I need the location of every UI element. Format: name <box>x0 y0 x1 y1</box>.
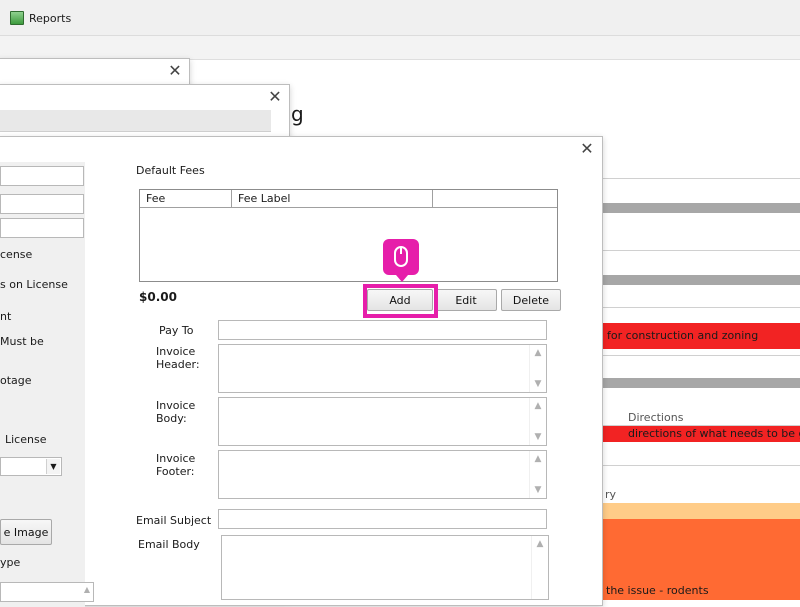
default-fees-title: Default Fees <box>136 164 205 177</box>
invoice-footer-textarea[interactable]: ▲ ▼ <box>218 450 547 499</box>
background-red-row: for construction and zoning <box>603 323 800 349</box>
background-red-row-text: directions of what needs to be gath <box>628 427 800 440</box>
fees-column-fee-label[interactable]: Fee Label <box>232 190 433 207</box>
image-button[interactable]: e Image <box>0 519 52 545</box>
invoice-footer-label-line-2: Footer: <box>156 465 195 478</box>
invoice-footer-label: Invoice Footer: <box>156 452 195 478</box>
invoice-header-textarea[interactable]: ▲ ▼ <box>218 344 547 393</box>
left-field-1[interactable] <box>0 166 84 186</box>
background-orange-row <box>603 551 800 567</box>
invoice-header-label-line-2: Header: <box>156 358 200 371</box>
fees-column-extra[interactable] <box>433 190 557 207</box>
background-orange-row: the issue - rodents <box>603 583 800 600</box>
invoice-header-scrollbar[interactable]: ▲ ▼ <box>529 345 546 392</box>
invoice-header-label: Invoice Header: <box>156 345 200 371</box>
scroll-up-icon[interactable]: ▲ <box>535 539 545 549</box>
invoice-footer-scrollbar[interactable]: ▲ ▼ <box>529 451 546 498</box>
invoice-body-textarea[interactable]: ▲ ▼ <box>218 397 547 446</box>
reports-icon <box>10 11 24 25</box>
reports-menu-label: Reports <box>29 11 72 25</box>
image-button-label: e Image <box>3 525 49 539</box>
background-gray-band <box>603 378 800 388</box>
background-divider <box>603 307 800 308</box>
email-body-textarea[interactable]: ▲ <box>221 535 549 600</box>
mouse-icon <box>394 246 408 267</box>
left-field-2[interactable] <box>0 194 84 214</box>
background-orange-row <box>603 519 800 535</box>
app-toolbar <box>0 36 800 60</box>
cursor-callout <box>383 239 419 282</box>
click-highlight <box>363 284 438 318</box>
close-icon[interactable]: ✕ <box>167 63 183 80</box>
left-label-on-license: s on License <box>0 278 68 291</box>
invoice-footer-label-line-1: Invoice <box>156 452 196 465</box>
background-red-row: directions of what needs to be gath <box>603 426 800 442</box>
edit-fee-button[interactable]: Edit <box>435 289 497 311</box>
background-orange-row-text: the issue - rodents <box>606 584 709 597</box>
background-divider <box>603 178 800 179</box>
fees-total: $0.00 <box>139 290 177 304</box>
background-column-ry: ry <box>605 488 617 501</box>
dialog-inner-band <box>0 110 271 132</box>
scroll-down-icon[interactable]: ▼ <box>533 485 543 495</box>
delete-fee-button[interactable]: Delete <box>501 289 561 311</box>
background-divider <box>603 250 800 251</box>
left-label-otage: otage <box>0 374 32 387</box>
background-orange-row <box>603 535 800 551</box>
email-body-label: Email Body <box>138 538 200 551</box>
invoice-body-label: Invoice Body: <box>156 399 195 425</box>
background-gray-band <box>603 203 800 213</box>
scroll-down-icon[interactable]: ▼ <box>533 379 543 389</box>
left-textarea[interactable]: ▲ <box>0 582 94 602</box>
fees-grid-header: Fee Fee Label <box>140 190 557 208</box>
invoice-header-label-line-1: Invoice <box>156 345 196 358</box>
invoice-body-scrollbar[interactable]: ▲ ▼ <box>529 398 546 445</box>
fees-grid[interactable]: Fee Fee Label <box>139 189 558 282</box>
background-divider <box>603 355 800 356</box>
edit-fee-button-label: Edit <box>455 293 477 307</box>
background-orange-row <box>603 503 800 519</box>
invoice-body-label-line-1: Invoice <box>156 399 196 412</box>
chevron-down-icon: ▼ <box>46 459 60 474</box>
scroll-down-icon[interactable]: ▼ <box>533 432 543 442</box>
left-label-ype: ype <box>0 556 21 569</box>
background-divider <box>603 465 800 466</box>
close-icon[interactable]: ✕ <box>267 89 283 106</box>
background-heading: g <box>291 102 304 126</box>
left-label-license-2: License <box>5 433 47 446</box>
left-label-nt: nt <box>0 310 12 323</box>
background-orange-row <box>603 567 800 583</box>
email-subject-input[interactable] <box>218 509 547 529</box>
close-icon[interactable]: ✕ <box>579 141 595 158</box>
email-subject-label: Email Subject <box>136 514 212 527</box>
pay-to-label: Pay To <box>159 324 194 337</box>
left-label-must-be: Must be <box>0 335 44 348</box>
fees-column-fee[interactable]: Fee <box>140 190 232 207</box>
background-red-row-text: for construction and zoning <box>607 329 759 342</box>
background-column-directions: Directions <box>628 411 684 424</box>
scroll-up-icon[interactable]: ▲ <box>533 454 543 464</box>
email-body-scrollbar[interactable]: ▲ <box>531 536 548 599</box>
scroll-up-icon[interactable]: ▲ <box>533 401 543 411</box>
delete-fee-button-label: Delete <box>512 293 550 307</box>
scroll-up-icon[interactable]: ▲ <box>84 585 90 594</box>
app-menubar: Reports <box>0 0 800 36</box>
left-label-license: cense <box>0 248 33 261</box>
background-column-header: Directions <box>603 410 800 426</box>
pay-to-input[interactable] <box>218 320 547 340</box>
reports-menu[interactable]: Reports <box>10 9 71 27</box>
invoice-body-label-line-2: Body: <box>156 412 187 425</box>
left-field-3[interactable] <box>0 218 84 238</box>
left-dropdown[interactable]: ▼ <box>0 457 62 476</box>
scroll-up-icon[interactable]: ▲ <box>533 348 543 358</box>
background-gray-band <box>603 275 800 285</box>
